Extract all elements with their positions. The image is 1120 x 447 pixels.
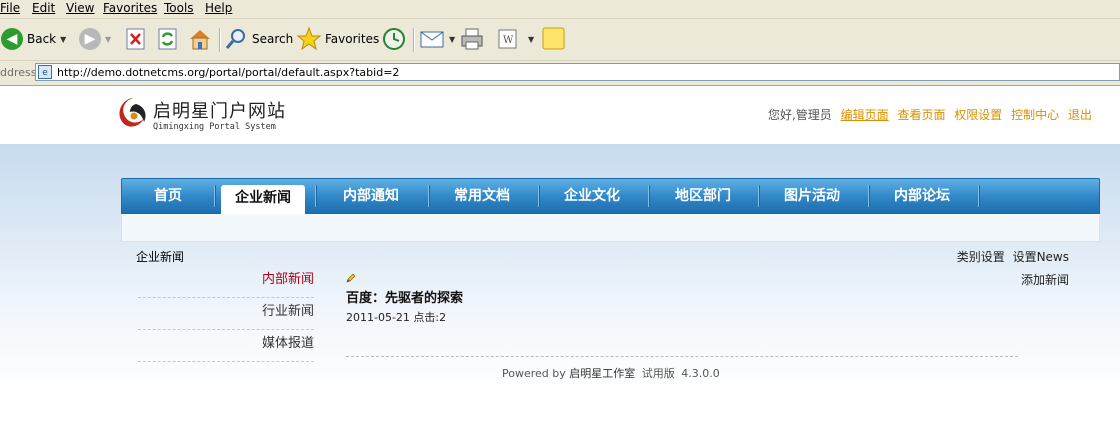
history-button[interactable] (381, 25, 407, 53)
svg-text:W: W (503, 35, 514, 46)
nav-regions[interactable]: 地区部门 (655, 179, 751, 213)
nav-separator (758, 185, 760, 207)
nav-separator (538, 185, 540, 207)
back-button[interactable]: ◀ Back ▼ (1, 25, 66, 53)
news-divider (346, 356, 1018, 357)
news-meta: 2011-05-21 点击:2 (346, 311, 447, 324)
stop-button[interactable] (125, 25, 147, 53)
main-nav: 首页 企业新闻 内部通知 常用文档 企业文化 地区部门 图片活动 内部论坛 (121, 178, 1100, 215)
address-label: ddress (0, 66, 37, 79)
chevron-down-icon[interactable]: ▼ (105, 35, 111, 44)
user-bar: 您好,管理员 编辑页面 查看页面 权限设置 控制中心 退出 (768, 106, 1092, 123)
logout-link[interactable]: 退出 (1068, 108, 1092, 122)
sidebar-item-industry-news[interactable]: 行业新闻 (138, 298, 314, 330)
edition: 试用版 (641, 367, 675, 380)
add-news-link[interactable]: 添加新闻 (1021, 271, 1069, 288)
footer: Powered by 启明星工作室 试用版 4.3.0.0 (502, 365, 720, 381)
nav-home[interactable]: 首页 (130, 179, 206, 213)
logo-mark-icon (119, 98, 146, 127)
favorites-button[interactable]: Favorites (296, 25, 379, 53)
permission-settings-link[interactable]: 权限设置 (954, 108, 1002, 122)
menu-tools[interactable]: Tools (164, 1, 194, 15)
nav-photos[interactable]: 图片活动 (765, 179, 859, 213)
edit-button[interactable]: W ▼ (496, 25, 534, 53)
messenger-button[interactable] (541, 25, 567, 53)
site-logo[interactable]: 启明星门户网站 Qimingxing Portal System (118, 94, 378, 138)
site-title: 启明星门户网站 (153, 101, 286, 122)
edit-page-link[interactable]: 编辑页面 (841, 108, 889, 122)
nav-separator (315, 185, 317, 207)
forward-button[interactable]: ▶ ▼ (79, 25, 111, 53)
control-center-link[interactable]: 控制中心 (1011, 108, 1059, 122)
news-title[interactable]: 百度：先驱者的探索 (346, 287, 463, 306)
toolbar-separator (219, 28, 221, 52)
nav-company-news[interactable]: 企业新闻 (221, 185, 305, 215)
star-icon (296, 26, 322, 51)
toolbar-separator (413, 28, 415, 52)
nav-separator (428, 185, 430, 207)
word-icon: W (498, 29, 517, 49)
menu-edit[interactable]: Edit (32, 1, 55, 15)
nav-separator (868, 185, 870, 207)
menu-help[interactable]: Help (205, 1, 232, 15)
nav-documents[interactable]: 常用文档 (435, 179, 529, 213)
category-settings-link[interactable]: 类别设置 (957, 250, 1005, 264)
nav-internal-notice[interactable]: 内部通知 (323, 179, 419, 213)
address-input[interactable]: e http://demo.dotnetcms.org/portal/porta… (35, 63, 1120, 81)
search-button[interactable]: Search (224, 25, 293, 53)
web-page: 启明星门户网站 Qimingxing Portal System 您好,管理员 … (0, 86, 1120, 447)
search-icon (225, 29, 245, 49)
chevron-down-icon[interactable]: ▼ (449, 35, 455, 44)
mail-button[interactable]: ▼ (419, 25, 455, 53)
refresh-icon (158, 28, 177, 50)
menu-file[interactable]: File (0, 1, 20, 15)
section-title: 企业新闻 (136, 250, 185, 264)
page-icon: e (38, 65, 52, 79)
browser-toolbar: ◀ Back ▼ ▶ ▼ Search Favorites ▼ W ▼ (0, 19, 1120, 61)
history-icon (383, 28, 405, 50)
chevron-down-icon[interactable]: ▼ (528, 35, 534, 44)
sidebar-item-internal-news[interactable]: 内部新闻 (138, 266, 314, 298)
pencil-icon[interactable] (346, 273, 356, 283)
menu-bar: File Edit View Favorites Tools Help (0, 0, 1120, 19)
chevron-down-icon[interactable]: ▼ (60, 35, 66, 44)
note-icon (542, 27, 565, 50)
forward-arrow-icon: ▶ (79, 28, 101, 50)
settings-news-link[interactable]: 设置News (1013, 250, 1069, 264)
address-bar: ddress e http://demo.dotnetcms.org/porta… (0, 61, 1120, 86)
module-settings: 类别设置 设置News (953, 248, 1069, 265)
studio-link[interactable]: 启明星工作室 (569, 367, 635, 380)
version: 4.3.0.0 (681, 367, 720, 380)
home-icon (190, 30, 210, 50)
nav-separator (648, 185, 650, 207)
view-page-link[interactable]: 查看页面 (897, 108, 945, 122)
mail-icon (420, 31, 444, 48)
nav-culture[interactable]: 企业文化 (545, 179, 639, 213)
print-button[interactable] (459, 25, 485, 53)
menu-view[interactable]: View (66, 1, 94, 15)
powered-by: Powered by (502, 367, 566, 380)
address-url: http://demo.dotnetcms.org/portal/portal/… (57, 66, 400, 79)
menu-favorites[interactable]: Favorites (103, 1, 157, 15)
nav-forum[interactable]: 内部论坛 (875, 179, 969, 213)
back-arrow-icon: ◀ (1, 28, 23, 50)
sub-nav (121, 214, 1100, 242)
nav-separator (978, 185, 980, 207)
refresh-button[interactable] (157, 25, 179, 53)
printer-icon (461, 28, 483, 50)
greeting: 您好,管理员 (767, 108, 832, 122)
nav-separator (214, 185, 216, 207)
home-button[interactable] (188, 25, 212, 53)
site-subtitle: Qimingxing Portal System (153, 122, 276, 132)
stop-icon (126, 28, 145, 50)
sidebar-item-media-reports[interactable]: 媒体报道 (138, 330, 314, 362)
